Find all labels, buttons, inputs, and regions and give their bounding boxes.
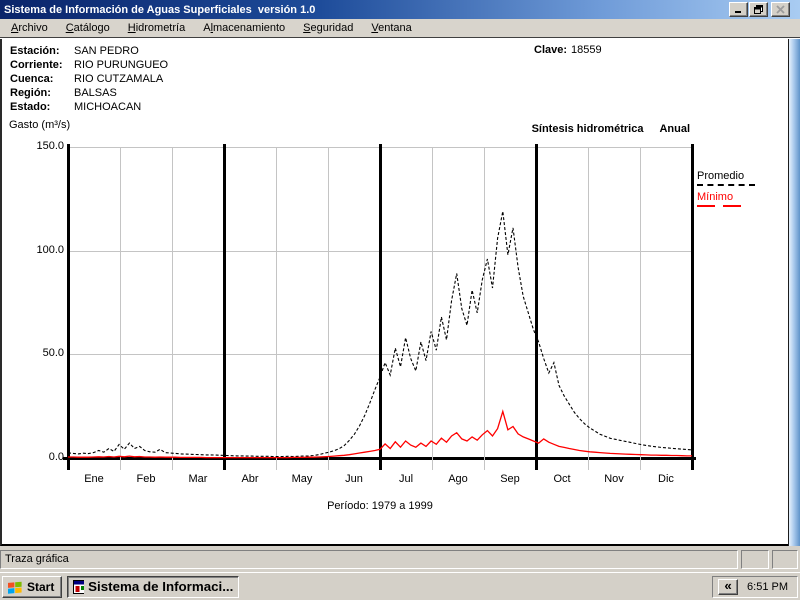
titlebar: Sistema de Información de Aguas Superfic… (0, 0, 800, 19)
clock: 6:51 PM (747, 580, 788, 593)
series-line-promedio (67, 211, 693, 458)
station-label: Estación: (10, 45, 60, 57)
y-tick-label: 150.0 (36, 140, 64, 152)
station-row: Corriente: RIO PURUNGUEO (10, 58, 168, 72)
close-icon (776, 5, 785, 14)
window-controls (728, 2, 790, 17)
collapse-chevron-icon[interactable]: « (718, 578, 739, 595)
station-label: Corriente: (10, 59, 63, 71)
x-tick-label: Jul (398, 473, 414, 485)
chart-title-text: Síntesis hidrométrica (531, 123, 644, 135)
clave-label: Clave: (534, 44, 568, 56)
plot-area: 0.0 50.0 100.0 150.0 Ene Feb Mar Abr May Jun Jul Ag… (36, 140, 696, 485)
chart-legend: Promedio Mínimo (697, 170, 787, 207)
x-tick-label: Abr (241, 473, 259, 485)
status-panel (741, 549, 769, 569)
x-tick-label: Jun (345, 473, 363, 485)
y-tick-label: 0.0 (48, 451, 64, 463)
x-tick-label: Mar (188, 473, 208, 485)
station-key: Clave: 18559 (534, 44, 602, 56)
menu-item-ventana[interactable]: Ventana (362, 20, 420, 36)
station-label: Estado: (10, 101, 51, 113)
station-value: RIO CUTZAMALA (74, 73, 164, 85)
menu-item-almacenamiento[interactable]: Almacenamiento (194, 20, 294, 36)
y-tick-label: 50.0 (42, 347, 64, 360)
x-tick-label: Sep (500, 473, 520, 485)
station-row: Estación: SAN PEDRO (10, 44, 168, 58)
x-tick-label: Ago (448, 473, 468, 485)
station-label: Cuenca: (10, 73, 54, 85)
x-tick-label: May (291, 473, 313, 485)
station-row: Región: BALSAS (10, 86, 168, 100)
task-label: Sistema de Informaci... (88, 579, 234, 594)
task-button-sistema[interactable]: Sistema de Informaci... (67, 575, 240, 598)
station-info: Estación: SAN PEDRO Corriente: RIO PURUNGU… (10, 44, 168, 114)
client-area: Estación: SAN PEDRO Corriente: RIO PURUNGU… (0, 39, 788, 546)
series-lines (67, 211, 693, 459)
minimize-button[interactable] (729, 2, 748, 17)
promedio-line-sample-icon (697, 184, 755, 186)
clave-value: 18559 (571, 44, 602, 56)
start-label: Start (27, 579, 55, 594)
station-label: Región: (10, 87, 51, 99)
period-label: Período: 1979 a 1999 (327, 500, 433, 512)
status-panel (772, 549, 798, 569)
y-axis-title: Gasto (m³/s) (9, 119, 71, 131)
statusbar: Traza gráfica (0, 546, 800, 572)
menu-item-seguridad[interactable]: Seguridad (294, 20, 362, 36)
menu-item-archivo[interactable]: Archivo (2, 20, 57, 36)
taskbar: Start Sistema de Informaci... « 6:51 PM (0, 572, 800, 600)
minimize-icon (735, 11, 741, 13)
system-tray: « 6:51 PM (712, 575, 798, 598)
station-value: BALSAS (74, 87, 117, 99)
close-button[interactable] (771, 2, 790, 17)
minimo-line-sample-icon (697, 205, 741, 207)
chart-title: Síntesis hidrométrica Anual (532, 123, 690, 135)
x-tick-label: Nov (604, 473, 624, 485)
station-value: MICHOACAN (74, 101, 142, 113)
x-tick-label: Feb (136, 473, 156, 485)
station-value: SAN PEDRO (74, 45, 139, 57)
legend-label-promedio: Promedio (697, 170, 745, 182)
start-button[interactable]: Start (2, 575, 63, 598)
menu-item-catalogo[interactable]: Catálogo (57, 20, 119, 36)
background-window-edge (788, 39, 800, 546)
station-value: RIO PURUNGUEO (74, 59, 169, 71)
windows-flag-icon (8, 581, 22, 594)
x-tick-label: Ene (84, 473, 104, 485)
chart-subtitle-text: Anual (659, 123, 690, 135)
menu-item-hidrometria[interactable]: Hidrometría (119, 20, 194, 36)
restore-icon (753, 5, 763, 14)
station-row: Estado: MICHOACAN (10, 100, 168, 114)
y-tick-label: 100.0 (36, 243, 64, 256)
window-title: Sistema de Información de Aguas Superfic… (4, 3, 316, 16)
x-tick-label: Oct (553, 473, 571, 485)
x-tick-label: Dic (658, 473, 674, 485)
menubar: Archivo Catálogo Hidrometría Almacenamiento… (0, 19, 800, 38)
legend-label-minimo: Mínimo (697, 191, 734, 203)
status-text: Traza gráfica (5, 553, 69, 565)
restore-button[interactable] (749, 2, 768, 17)
app-icon (73, 579, 85, 594)
status-panel-main: Traza gráfica (0, 549, 738, 569)
station-row: Cuenca: RIO CUTZAMALA (10, 72, 168, 86)
